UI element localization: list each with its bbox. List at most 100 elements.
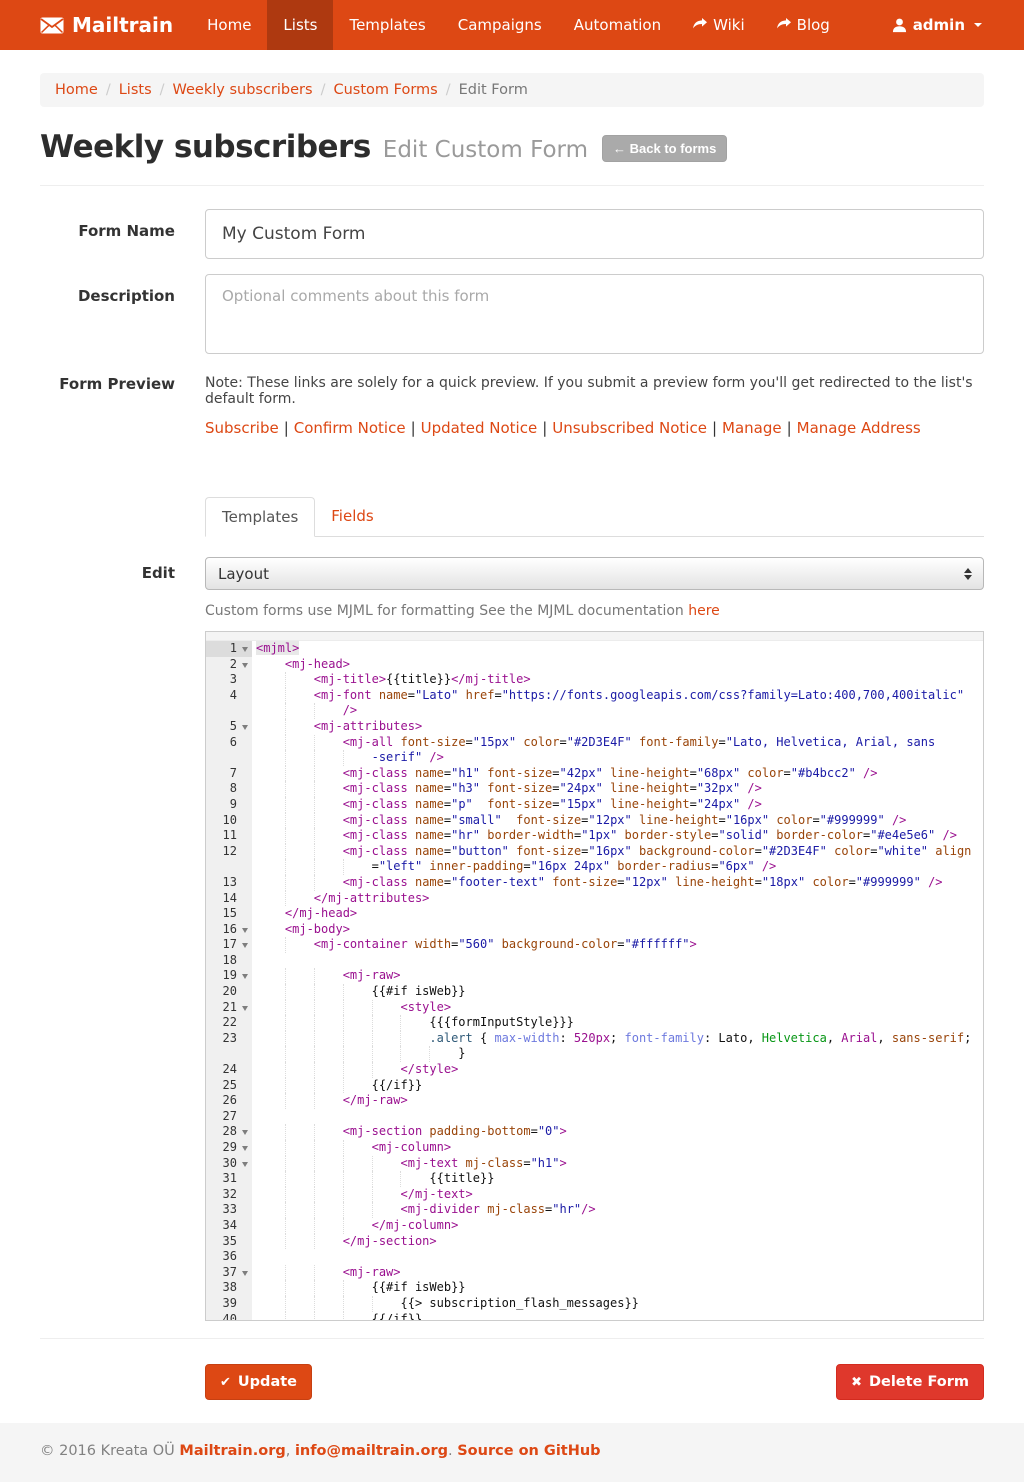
gutter-cell: 1 (206, 641, 252, 657)
nav-item-campaigns[interactable]: Campaigns (442, 0, 558, 50)
fold-toggle-icon[interactable] (242, 663, 248, 668)
nav-item-automation[interactable]: Automation (558, 0, 677, 50)
main-nav: HomeListsTemplatesCampaignsAutomationWik… (191, 0, 846, 50)
breadcrumb-link-lists[interactable]: Lists (119, 82, 152, 98)
code-line: 21 <style> (206, 1000, 983, 1016)
gutter-cell: 37 (206, 1265, 252, 1281)
fold-toggle-icon[interactable] (242, 1146, 248, 1151)
gutter-cell: 38 (206, 1280, 252, 1296)
edit-template-select[interactable]: Layout (205, 557, 984, 590)
gutter-cell (206, 703, 252, 719)
nav-item-home[interactable]: Home (191, 0, 267, 50)
preview-link-manage[interactable]: Manage (722, 419, 782, 437)
code-line: 34 </mj-column> (206, 1218, 983, 1234)
gutter-cell: 20 (206, 984, 252, 1000)
fold-toggle-icon[interactable] (242, 943, 248, 948)
fold-toggle-icon[interactable] (242, 1162, 248, 1167)
preview-link-manage-address[interactable]: Manage Address (797, 419, 921, 437)
editor-scrollbar-track (206, 632, 983, 641)
gutter-cell: 16 (206, 922, 252, 938)
code-line: 27 (206, 1109, 983, 1125)
user-name: admin (913, 16, 965, 34)
gutter-cell: 11 (206, 828, 252, 844)
gutter-cell: 15 (206, 906, 252, 922)
email-link[interactable]: info@mailtrain.org (295, 1443, 448, 1459)
code-line: 26 </mj-raw> (206, 1093, 983, 1109)
code-line: 7 <mj-class name="h1" font-size="42px" l… (206, 766, 983, 782)
code-line: 2 <mj-head> (206, 657, 983, 673)
code-line: 20 {{#if isWeb}} (206, 984, 983, 1000)
brand-label: Mailtrain (72, 13, 173, 37)
code-line: 19 <mj-raw> (206, 968, 983, 984)
chevron-down-icon (974, 23, 982, 27)
delete-form-button[interactable]: ✖Delete Form (836, 1364, 984, 1400)
preview-note: Note: These links are solely for a quick… (205, 373, 984, 407)
breadcrumb-link-custom-forms[interactable]: Custom Forms (333, 82, 437, 98)
copyright-text: © 2016 Kreata OÜ (40, 1443, 179, 1459)
preview-links: Subscribe|Confirm Notice|Updated Notice|… (205, 419, 984, 437)
code-line: 13 <mj-class name="footer-text" font-siz… (206, 875, 983, 891)
code-line: 36 (206, 1249, 983, 1265)
breadcrumb-active: Edit Form (459, 82, 528, 98)
code-line: 28 <mj-section padding-bottom="0"> (206, 1124, 983, 1140)
gutter-cell: 9 (206, 797, 252, 813)
code-line: 10 <mj-class name="small" font-size="12p… (206, 813, 983, 829)
code-line: 9 <mj-class name="p" font-size="15px" li… (206, 797, 983, 813)
fold-toggle-icon[interactable] (242, 647, 248, 652)
nav-item-lists[interactable]: Lists (267, 0, 333, 50)
preview-link-subscribe[interactable]: Subscribe (205, 419, 279, 437)
tab-templates[interactable]: Templates (205, 497, 315, 537)
breadcrumb-link-weekly-subscribers[interactable]: Weekly subscribers (173, 82, 313, 98)
github-source-link[interactable]: Source on GitHub (457, 1443, 600, 1459)
fold-toggle-icon[interactable] (242, 725, 248, 730)
nav-item-templates[interactable]: Templates (333, 0, 441, 50)
gutter-cell: 36 (206, 1249, 252, 1265)
arrow-left-icon: ← (613, 141, 626, 156)
page-title: Weekly subscribers (40, 129, 371, 165)
mailtrain-org-link[interactable]: Mailtrain.org (179, 1443, 285, 1459)
tab-fields[interactable]: Fields (315, 497, 389, 536)
nav-item-wiki[interactable]: Wiki (677, 0, 761, 50)
preview-link-confirm-notice[interactable]: Confirm Notice (294, 419, 406, 437)
gutter-cell (206, 750, 252, 766)
fold-toggle-icon[interactable] (242, 1130, 248, 1135)
top-navbar: Mailtrain HomeListsTemplatesCampaignsAut… (0, 0, 1024, 50)
code-line: 33 <mj-divider mj-class="hr"/> (206, 1202, 983, 1218)
check-icon: ✔ (220, 1375, 231, 1390)
user-menu[interactable]: admin (892, 16, 982, 34)
preview-link-updated-notice[interactable]: Updated Notice (421, 419, 538, 437)
description-textarea[interactable] (205, 274, 984, 354)
gutter-cell: 26 (206, 1093, 252, 1109)
gutter-cell: 19 (206, 968, 252, 984)
fold-toggle-icon[interactable] (242, 1271, 248, 1276)
nav-item-blog[interactable]: Blog (761, 0, 846, 50)
fold-toggle-icon[interactable] (242, 974, 248, 979)
update-button[interactable]: ✔Update (205, 1364, 312, 1400)
code-line: 37 <mj-raw> (206, 1265, 983, 1281)
fold-toggle-icon[interactable] (242, 1006, 248, 1011)
preview-link-unsubscribed-notice[interactable]: Unsubscribed Notice (552, 419, 707, 437)
code-line: 35 </mj-section> (206, 1234, 983, 1250)
page-footer: © 2016 Kreata OÜ Mailtrain.org, info@mai… (0, 1423, 1024, 1482)
fold-toggle-icon[interactable] (242, 928, 248, 933)
code-line: 15 </mj-head> (206, 906, 983, 922)
code-line: 31 {{title}} (206, 1171, 983, 1187)
brand[interactable]: Mailtrain (0, 0, 191, 50)
edit-label: Edit (40, 557, 205, 1321)
select-stepper-icon (964, 568, 972, 580)
gutter-cell (206, 1046, 252, 1062)
mjml-docs-link[interactable]: here (688, 603, 720, 619)
code-line: 5 <mj-attributes> (206, 719, 983, 735)
gutter-cell: 18 (206, 953, 252, 969)
back-to-forms-button[interactable]: ← Back to forms (602, 135, 727, 162)
breadcrumb-link-home[interactable]: Home (55, 82, 98, 98)
gutter-cell: 30 (206, 1156, 252, 1172)
form-name-input[interactable] (205, 209, 984, 259)
gutter-cell: 4 (206, 688, 252, 704)
gutter-cell: 6 (206, 735, 252, 751)
gutter-cell: 7 (206, 766, 252, 782)
code-line: 18 (206, 953, 983, 969)
code-line: ="left" inner-padding="16px 24px" border… (206, 859, 983, 875)
mjml-code-editor[interactable]: 1<mjml>2 <mj-head>3 <mj-title>{{title}}<… (205, 631, 984, 1321)
gutter-cell: 21 (206, 1000, 252, 1016)
